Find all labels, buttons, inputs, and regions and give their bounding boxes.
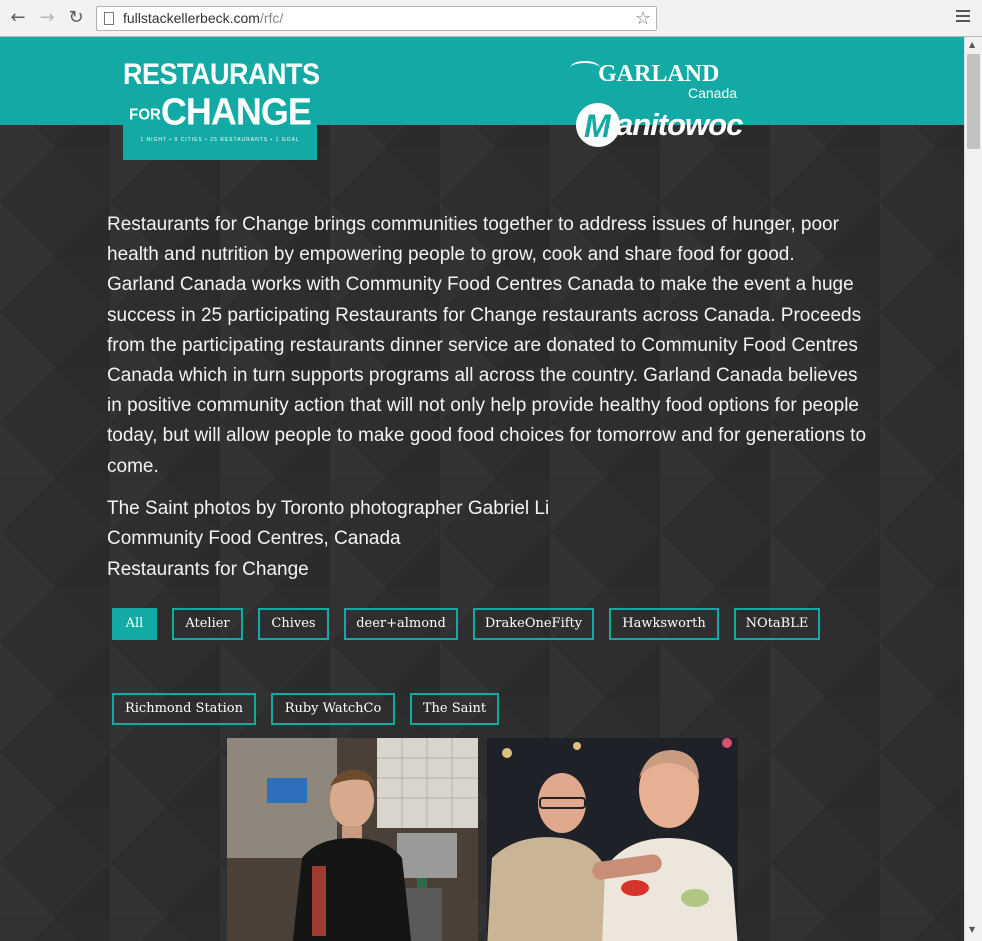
reload-icon[interactable]: ↻ — [66, 8, 86, 28]
credit-community-food-centres[interactable]: Community Food Centres, Canada — [107, 524, 549, 554]
filter-richmond-station[interactable]: Richmond Station — [112, 693, 256, 725]
gallery-photo-1[interactable] — [227, 738, 478, 941]
garland-swoosh-icon — [570, 61, 600, 75]
scroll-up-arrow-icon[interactable]: ▲ — [969, 40, 975, 49]
gallery-photo-2[interactable] — [487, 738, 738, 941]
forward-arrow-icon[interactable]: → — [37, 8, 57, 28]
credits: The Saint photos by Toronto photographer… — [107, 494, 549, 585]
logo-line2: FORCHANGE — [129, 89, 312, 133]
logo-tagline: 1 NIGHT • 9 CITIES • 25 RESTAURANTS • 1 … — [140, 137, 300, 143]
restaurants-for-change-logo[interactable]: RESTAURANTS FORCHANGE 1 NIGHT • 9 CITIES… — [123, 37, 320, 160]
page-scrollbar[interactable]: ▲ ▼ — [964, 37, 982, 941]
filter-the-saint[interactable]: The Saint — [410, 693, 499, 725]
filter-chives[interactable]: Chives — [258, 608, 329, 640]
description-paragraph: Restaurants for Change brings communitie… — [107, 214, 867, 477]
browser-toolbar: ← → ↻ fullstackellerbeck.com/rfc/ ☆ — [0, 0, 982, 37]
page-icon — [104, 12, 114, 25]
scroll-down-arrow-icon[interactable]: ▼ — [969, 925, 975, 934]
filter-deer-almond[interactable]: deer+almond — [344, 608, 458, 640]
filter-all[interactable]: All — [112, 608, 157, 640]
filter-drakeonefifty[interactable]: DrakeOneFifty — [473, 608, 594, 640]
star-icon[interactable]: ☆ — [635, 8, 651, 29]
filter-hawksworth[interactable]: Hawksworth — [609, 608, 719, 640]
credit-photographer[interactable]: The Saint photos by Toronto photographer… — [107, 494, 549, 524]
back-arrow-icon[interactable]: ← — [8, 8, 28, 28]
page-content: RESTAURANTS FORCHANGE 1 NIGHT • 9 CITIES… — [0, 37, 964, 941]
credit-restaurants-for-change[interactable]: Restaurants for Change — [107, 555, 549, 585]
filter-atelier[interactable]: Atelier — [172, 608, 243, 640]
url-text[interactable]: fullstackellerbeck.com/rfc/ — [123, 10, 283, 26]
filter-ruby-watchco[interactable]: Ruby WatchCo — [271, 693, 395, 725]
scrollbar-thumb[interactable] — [967, 54, 980, 149]
logo-line1: RESTAURANTS — [123, 57, 320, 91]
hamburger-menu-icon[interactable] — [956, 10, 970, 25]
address-bar[interactable]: fullstackellerbeck.com/rfc/ ☆ — [96, 6, 657, 31]
filter-notable[interactable]: NOtaBLE — [734, 608, 820, 640]
